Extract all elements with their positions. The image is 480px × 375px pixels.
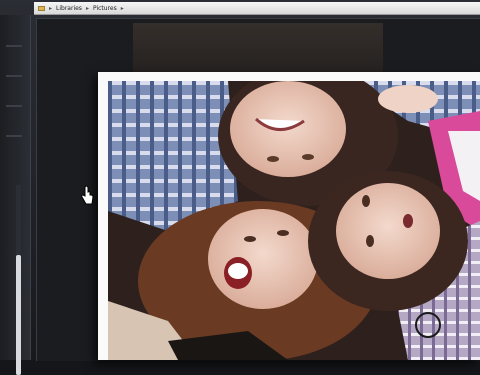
nav-divider [6,135,22,137]
breadcrumb-separator: ▸ [120,4,124,12]
nav-scrollbar[interactable] [16,185,21,375]
photo-image [108,81,480,360]
navigation-pane[interactable] [0,15,31,375]
nav-divider [6,105,22,107]
hand-pointer-icon [81,186,94,205]
folder-icon [38,5,45,11]
photo-preview[interactable] [98,72,480,360]
scroll-thumb[interactable] [16,255,21,375]
breadcrumb[interactable]: ▸ Libraries ▸ Pictures ▸ [34,2,480,15]
nav-divider [6,45,22,47]
breadcrumb-libraries[interactable]: Libraries [56,5,82,12]
breadcrumb-separator: ▸ [49,4,53,12]
breadcrumb-pictures[interactable]: Pictures [93,5,117,12]
explorer-window: ▸ Libraries ▸ Pictures ▸ [0,0,480,375]
nav-divider [6,75,22,77]
photo-graphic [108,81,480,360]
background-thumbnail[interactable] [133,23,383,75]
breadcrumb-separator: ▸ [85,4,89,12]
